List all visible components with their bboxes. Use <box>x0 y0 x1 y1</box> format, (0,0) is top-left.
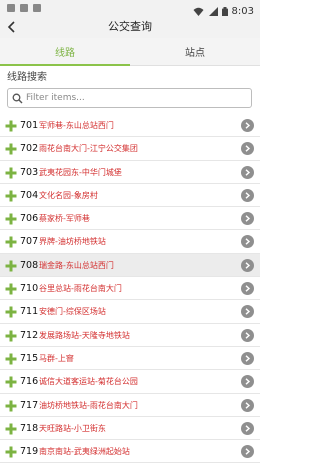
tab-stops[interactable]: 站点 <box>130 38 260 65</box>
tab-bar: 线路 站点 <box>0 38 260 66</box>
route-name: 雨花台南大门-江宁公交集团 <box>39 144 138 154</box>
route-number: 716 <box>20 376 39 388</box>
tab-routes[interactable]: 线路 <box>0 38 130 66</box>
chevron-right-icon[interactable] <box>241 235 254 249</box>
notification-icons <box>6 3 42 16</box>
chevron-right-icon[interactable] <box>241 421 254 435</box>
route-row[interactable]: 719 南京南站-武夷绿洲起始站 <box>0 440 260 464</box>
plus-icon <box>5 260 17 272</box>
route-row[interactable]: 711 安德门-综保区场站 <box>0 300 260 324</box>
route-row[interactable]: 712 发展路场站-天隆寺地铁站 <box>0 324 260 347</box>
plus-icon <box>5 190 17 202</box>
plus-icon <box>5 353 17 365</box>
route-number: 707 <box>20 236 39 248</box>
notification-icon <box>19 3 29 16</box>
route-name: 界牌-油坊桥地铁站 <box>39 237 106 247</box>
search-icon <box>8 89 26 107</box>
search-box <box>7 88 252 108</box>
plus-icon <box>5 446 17 458</box>
route-number: 706 <box>20 213 39 225</box>
route-name: 南京南站-武夷绿洲起始站 <box>39 447 130 457</box>
notification-icon <box>32 3 42 16</box>
route-number: 718 <box>20 422 39 434</box>
plus-icon <box>5 283 17 295</box>
page-title: 公交查询 <box>108 20 152 33</box>
search-input[interactable] <box>26 90 246 106</box>
route-number: 712 <box>20 329 39 341</box>
route-name: 天旺路站-小卫街东 <box>39 423 106 433</box>
route-number: 708 <box>20 259 39 271</box>
route-number: 703 <box>20 166 39 178</box>
route-number: 710 <box>20 283 39 295</box>
route-number: 715 <box>20 352 39 364</box>
chevron-right-icon[interactable] <box>241 398 254 412</box>
route-number: 711 <box>20 306 39 318</box>
route-name: 蔡家桥-军师巷 <box>39 214 90 224</box>
route-name: 军师巷-东山总站西门 <box>39 121 114 130</box>
plus-icon <box>5 400 17 412</box>
route-number: 719 <box>20 446 39 458</box>
route-row[interactable]: 716 诚信大道客运站-菊花台公园 <box>0 370 260 394</box>
chevron-right-icon[interactable] <box>241 445 254 459</box>
route-row[interactable]: 715 马群-上窨 <box>0 347 260 371</box>
route-list: 701 军师巷-东山总站西门 702 雨花台南大门-江宁公交集团 703 武夷花… <box>0 114 260 464</box>
app-bar: 公交查询 <box>0 16 260 38</box>
route-row[interactable]: 710 谷里总站-雨花台南大门 <box>0 277 260 301</box>
route-row[interactable]: 707 界牌-油坊桥地铁站 <box>0 230 260 254</box>
plus-icon <box>5 236 17 248</box>
route-row[interactable]: 708 瑞金路-东山总站西门 <box>0 253 260 278</box>
status-bar: 8:03 <box>0 0 260 17</box>
route-search-label: 线路搜索 <box>7 72 47 83</box>
chevron-right-icon[interactable] <box>241 165 254 179</box>
route-name: 发展路场站-天隆寺地铁站 <box>39 330 130 340</box>
chevron-right-icon[interactable] <box>241 375 254 389</box>
chevron-right-icon[interactable] <box>241 119 254 132</box>
route-row[interactable]: 706 蔡家桥-军师巷 <box>0 207 260 231</box>
route-number: 701 <box>20 120 39 131</box>
plus-icon <box>5 330 17 342</box>
route-number: 717 <box>20 399 39 411</box>
chevron-right-icon[interactable] <box>241 282 254 296</box>
route-row[interactable]: 717 油坊桥地铁站-雨花台南大门 <box>0 394 260 417</box>
chevron-right-icon[interactable] <box>241 351 254 365</box>
route-number: 704 <box>20 189 39 201</box>
route-name: 油坊桥地铁站-雨花台南大门 <box>39 400 138 410</box>
route-name: 马群-上窨 <box>39 353 74 363</box>
chevron-right-icon[interactable] <box>241 258 254 272</box>
route-name: 武夷花园东-中华门城堡 <box>39 167 122 177</box>
route-name: 瑞金路-东山总站西门 <box>39 260 114 270</box>
route-row[interactable]: 718 天旺路站-小卫街东 <box>0 417 260 441</box>
chevron-right-icon[interactable] <box>241 142 254 156</box>
route-name: 文化名园-象房村 <box>39 190 98 200</box>
plus-icon <box>5 376 17 388</box>
plus-icon <box>5 423 17 435</box>
plus-icon <box>5 167 17 179</box>
plus-icon <box>5 306 17 318</box>
route-number: 702 <box>20 143 39 155</box>
route-name: 安德门-综保区场站 <box>39 307 106 317</box>
plus-icon <box>5 143 17 155</box>
plus-icon <box>5 120 17 132</box>
route-name: 诚信大道客运站-菊花台公园 <box>39 377 138 387</box>
notification-icon <box>6 3 16 16</box>
route-row[interactable]: 703 武夷花园东-中华门城堡 <box>0 161 260 184</box>
route-name: 谷里总站-雨花台南大门 <box>39 284 122 294</box>
route-row[interactable]: 702 雨花台南大门-江宁公交集团 <box>0 137 260 161</box>
chevron-right-icon[interactable] <box>241 305 254 319</box>
chevron-right-icon[interactable] <box>241 212 254 226</box>
chevron-right-icon[interactable] <box>241 188 254 202</box>
route-row[interactable]: 701 军师巷-东山总站西门 <box>0 114 260 138</box>
route-row[interactable]: 704 文化名园-象房村 <box>0 184 260 208</box>
plus-icon <box>5 213 17 225</box>
chevron-right-icon[interactable] <box>241 328 254 342</box>
